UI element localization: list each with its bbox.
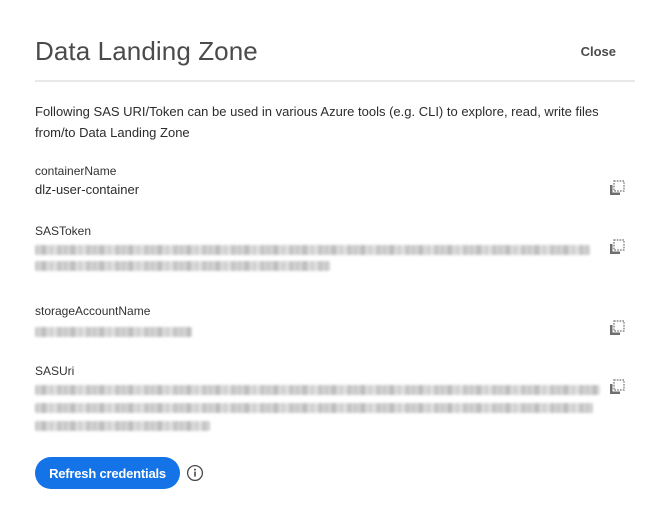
sas-uri-field: SASUri xyxy=(35,364,625,431)
dialog-header: Data Landing Zone Close xyxy=(35,32,635,82)
storage-account-name-field: storageAccountName xyxy=(35,304,625,337)
copy-sas-uri-button[interactable] xyxy=(609,379,625,395)
dialog-description: Following SAS URI/Token can be used in v… xyxy=(35,104,599,140)
copy-icon xyxy=(609,239,625,255)
container-name-field: containerName dlz-user-container xyxy=(35,164,625,197)
storage-account-name-label: storageAccountName xyxy=(35,304,151,318)
dialog-title: Data Landing Zone xyxy=(35,36,258,66)
sas-token-field: SASToken xyxy=(35,224,625,271)
redacted-text xyxy=(35,327,192,337)
copy-icon xyxy=(609,320,625,336)
info-button[interactable] xyxy=(186,464,204,482)
container-name-value: dlz-user-container xyxy=(35,182,140,197)
copy-sas-token-button[interactable] xyxy=(609,239,625,255)
sas-uri-value xyxy=(35,385,625,431)
info-icon xyxy=(186,464,204,485)
sas-token-value xyxy=(35,245,625,271)
storage-account-name-value xyxy=(35,327,625,337)
redacted-text xyxy=(35,245,590,255)
container-name-label: containerName xyxy=(35,164,117,178)
copy-container-name-button[interactable] xyxy=(609,180,625,196)
redacted-text xyxy=(35,403,593,413)
refresh-credentials-button[interactable]: Refresh credentials xyxy=(35,457,180,489)
sas-uri-label: SASUri xyxy=(35,364,75,378)
copy-storage-account-name-button[interactable] xyxy=(609,320,625,336)
sas-token-label: SASToken xyxy=(35,224,92,238)
close-button[interactable]: Close xyxy=(581,44,616,59)
data-landing-zone-dialog: Data Landing Zone Close Following SAS UR… xyxy=(0,0,665,512)
redacted-text xyxy=(35,261,330,271)
redacted-text xyxy=(35,385,600,395)
copy-icon xyxy=(609,180,625,196)
redacted-text xyxy=(35,421,210,431)
copy-icon xyxy=(609,379,625,395)
